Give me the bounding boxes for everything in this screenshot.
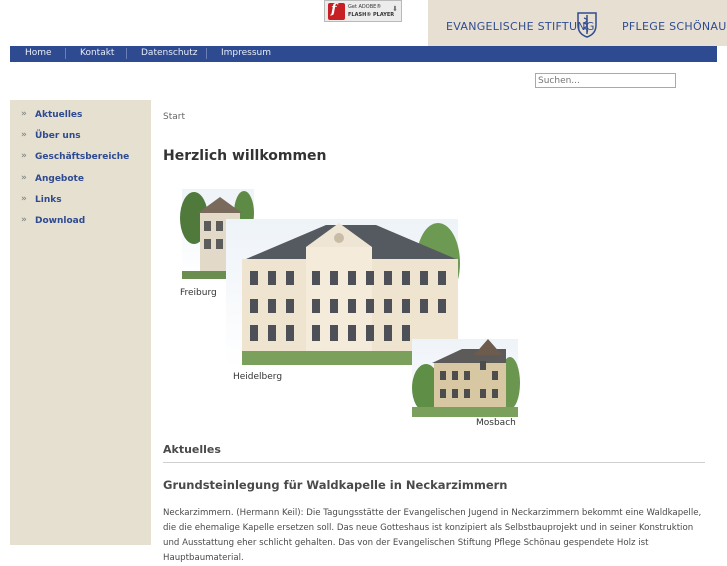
buildings-collage-image: [180, 189, 520, 417]
search-input[interactable]: [535, 73, 676, 88]
double-chevron-right-icon: »: [21, 151, 27, 161]
staff-of-asclepius-icon: [577, 12, 597, 38]
nav-item-kontakt[interactable]: Kontakt: [80, 48, 114, 58]
double-chevron-right-icon: »: [21, 194, 27, 204]
nav-separator: [206, 48, 207, 59]
brand-text-right: PFLEGE SCHÖNAU: [622, 20, 727, 33]
nav-separator: [65, 48, 66, 59]
news-title[interactable]: Grundsteinlegung für Waldkapelle in Neck…: [163, 478, 507, 492]
sidebar: » Aktuelles » Über uns » Geschäftsbereic…: [10, 100, 151, 545]
section-divider: [163, 462, 705, 463]
flash-badge-line2: FLASH® PLAYER: [348, 12, 395, 18]
page-title: Herzlich willkommen: [163, 148, 327, 164]
buildings-collage: Freiburg Heidelberg Mosbach: [176, 183, 526, 433]
sidebar-item-label: Links: [35, 195, 62, 205]
top-navigation: Home Kontakt Datenschutz Impressum: [10, 46, 717, 62]
caption-freiburg: Freiburg: [180, 288, 217, 298]
double-chevron-right-icon: »: [21, 173, 27, 183]
nav-item-home[interactable]: Home: [25, 48, 52, 58]
sidebar-item-label: Angebote: [35, 174, 84, 184]
breadcrumb[interactable]: Start: [163, 112, 185, 122]
nav-separator: [126, 48, 127, 59]
download-arrow-icon: ⬇: [392, 5, 398, 13]
brand-text-left: EVANGELISCHE STIFTUNG: [446, 20, 595, 33]
nav-item-impressum[interactable]: Impressum: [221, 48, 271, 58]
flash-logo-icon: f: [328, 2, 345, 20]
sidebar-item-label: Download: [35, 216, 86, 226]
sidebar-item-label: Über uns: [35, 131, 81, 141]
double-chevron-right-icon: »: [21, 109, 27, 119]
get-flash-player-badge[interactable]: f Get ADOBE® FLASH® PLAYER ⬇: [324, 0, 402, 22]
sidebar-item-label: Aktuelles: [35, 110, 83, 120]
flash-badge-line1: Get ADOBE®: [348, 4, 382, 10]
double-chevron-right-icon: »: [21, 130, 27, 140]
news-body: Neckarzimmern. (Hermann Keil): Die Tagun…: [163, 508, 702, 563]
caption-mosbach: Mosbach: [476, 418, 516, 428]
double-chevron-right-icon: »: [21, 215, 27, 225]
section-title-aktuelles: Aktuelles: [163, 443, 221, 456]
nav-item-datenschutz[interactable]: Datenschutz: [141, 48, 198, 58]
sidebar-item-label: Geschäftsbereiche: [35, 152, 130, 162]
site-brand[interactable]: EVANGELISCHE STIFTUNG PFLEGE SCHÖNAU: [428, 0, 727, 46]
caption-heidelberg: Heidelberg: [233, 372, 283, 382]
